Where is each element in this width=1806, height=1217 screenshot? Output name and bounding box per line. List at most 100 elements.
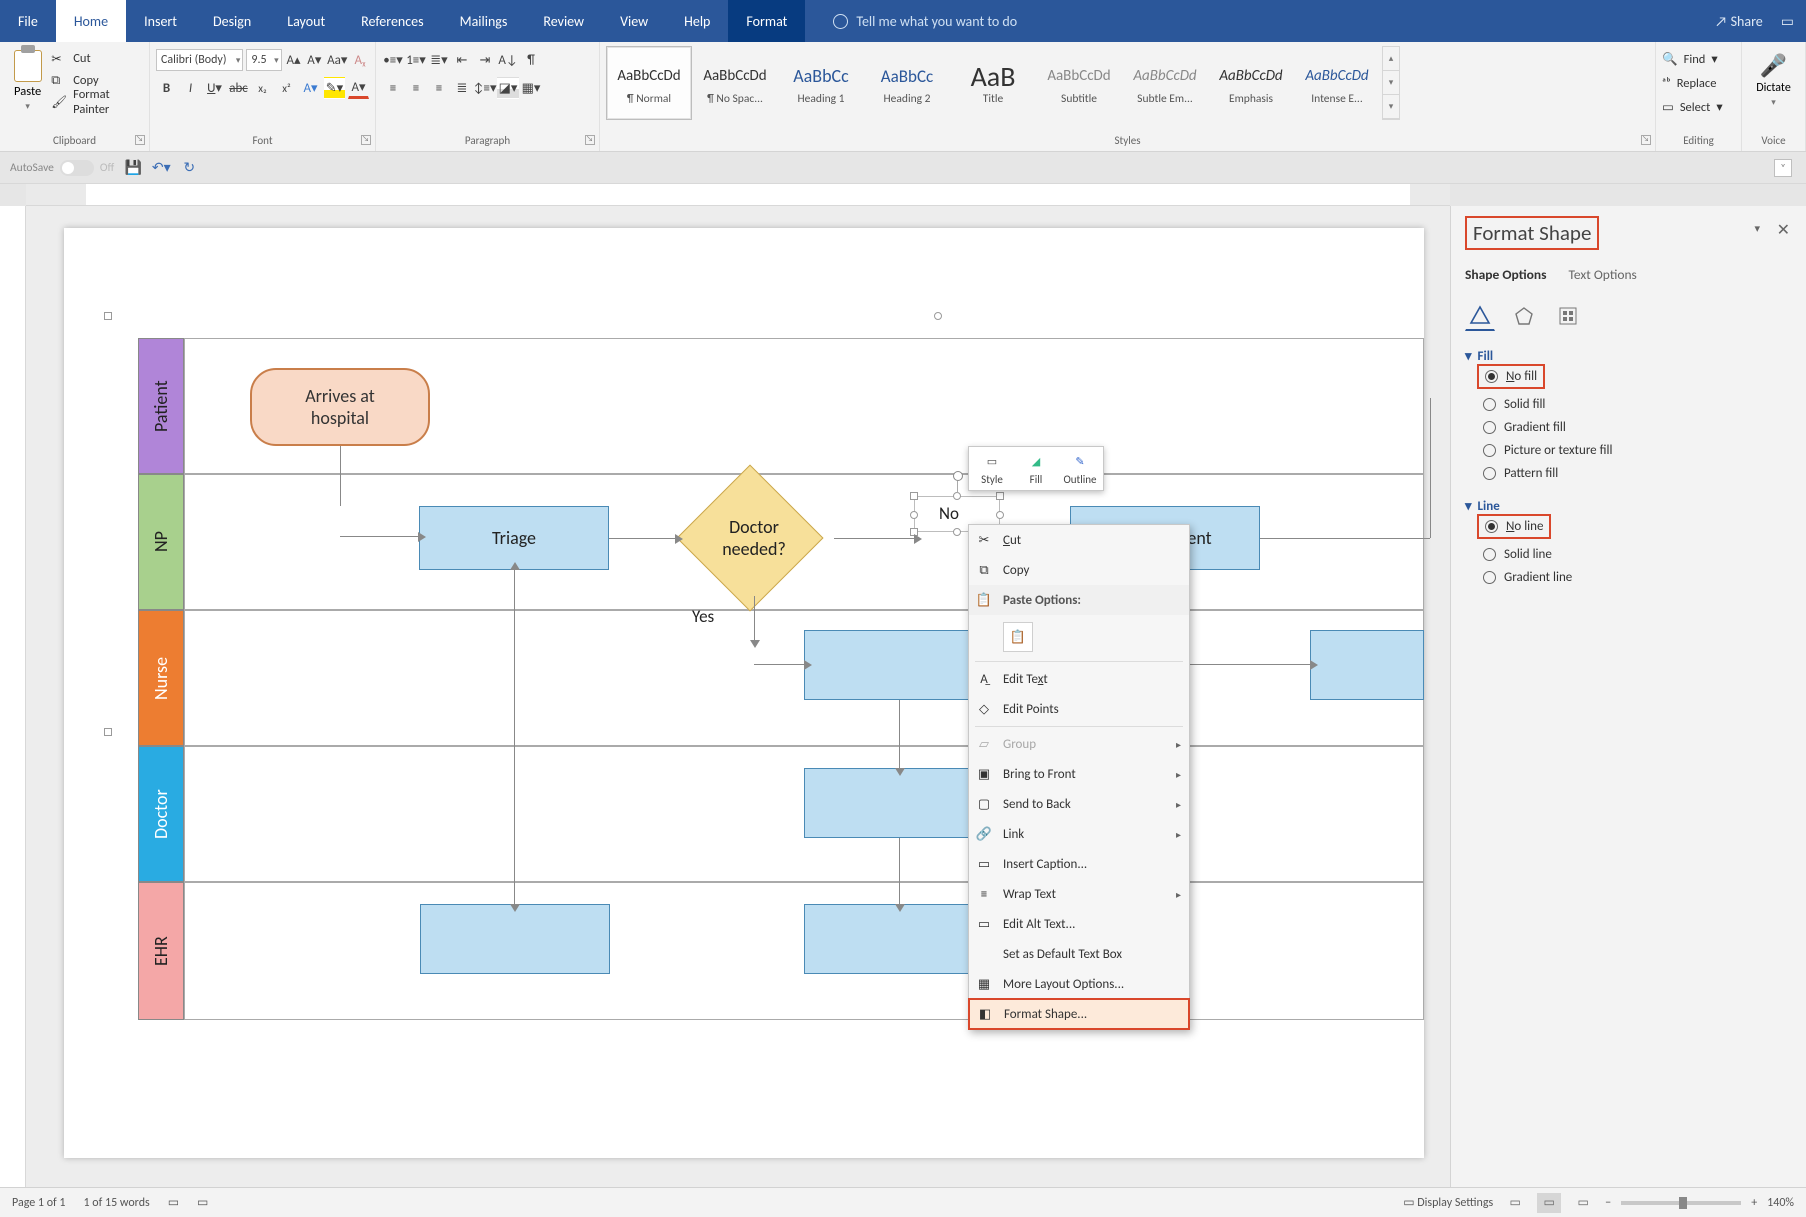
show-marks-button[interactable]: ¶ <box>520 49 542 71</box>
undo-button[interactable]: ↶▾ <box>152 159 170 177</box>
styles-expand[interactable]: ▴▾▾ <box>1382 46 1400 120</box>
bullets-button[interactable]: •≡▾ <box>382 49 404 71</box>
dictate-button[interactable]: 🎤 Dictate ▾ <box>1756 52 1791 108</box>
ctx-edit-alt-text[interactable]: ▭Edit Alt Text... <box>969 909 1189 939</box>
selection-handle[interactable] <box>104 728 112 736</box>
font-name-combo[interactable]: Calibri (Body)▾ <box>156 49 243 71</box>
redo-button[interactable]: ↻ <box>180 159 198 177</box>
shading-button[interactable]: ◪▾ <box>497 77 519 99</box>
radio-pattern-fill[interactable]: Pattern fill <box>1483 466 1792 481</box>
clipboard-dialog-launcher[interactable] <box>135 135 145 145</box>
subscript-button[interactable]: x₂ <box>252 77 273 99</box>
connector[interactable] <box>609 538 675 539</box>
increase-indent-button[interactable]: ⇥ <box>474 49 496 71</box>
superscript-button[interactable]: x² <box>276 77 297 99</box>
tell-me-search[interactable]: Tell me what you want to do <box>833 13 1017 30</box>
horizontal-ruler[interactable] <box>26 184 1450 206</box>
ctx-more-layout[interactable]: ▦More Layout Options... <box>969 969 1189 999</box>
align-left-button[interactable]: ≡ <box>382 77 404 99</box>
collapse-ribbon-button[interactable]: ˅ <box>1774 159 1792 177</box>
align-right-button[interactable]: ≡ <box>428 77 450 99</box>
rotate-handle[interactable] <box>953 471 963 481</box>
share-button[interactable]: ↗ Share <box>1715 13 1763 30</box>
connector[interactable] <box>834 538 914 539</box>
page-canvas[interactable]: Patient NP Nurse Doctor EHR Arrives atho… <box>64 228 1424 1158</box>
vertical-ruler[interactable] <box>0 206 26 1187</box>
radio-gradient-line[interactable]: Gradient line <box>1483 570 1792 585</box>
pane-tab-shape-options[interactable]: Shape Options <box>1465 266 1547 287</box>
ctx-bring-to-front[interactable]: ▣Bring to Front▸ <box>969 759 1189 789</box>
ctx-edit-text[interactable]: A̲Edit Text <box>969 664 1189 694</box>
lane-label-doctor[interactable]: Doctor <box>138 746 184 882</box>
display-settings-button[interactable]: ▭ Display Settings <box>1403 1195 1493 1210</box>
decrease-indent-button[interactable]: ⇤ <box>451 49 473 71</box>
clear-formatting-button[interactable]: Aᵪ <box>351 49 369 71</box>
mini-style-button[interactable]: ▭Style <box>973 451 1011 486</box>
pane-icon-fill-line[interactable] <box>1465 301 1495 331</box>
ctx-format-shape[interactable]: ◧Format Shape... <box>969 999 1189 1029</box>
ctx-edit-points[interactable]: ◇Edit Points <box>969 694 1189 724</box>
connector[interactable] <box>1190 664 1310 665</box>
tab-mailings[interactable]: Mailings <box>442 0 526 42</box>
change-case-button[interactable]: Aa▾ <box>326 49 348 71</box>
text-effects-button[interactable]: A▾ <box>300 77 321 99</box>
styles-gallery[interactable]: AaBbCcDd¶ Normal AaBbCcDd¶ No Spac... Aa… <box>606 46 1649 120</box>
tab-layout[interactable]: Layout <box>269 0 343 42</box>
style-title[interactable]: AaBTitle <box>950 46 1036 120</box>
zoom-level[interactable]: 140% <box>1767 1196 1794 1210</box>
paste-button[interactable]: Paste ▾ <box>6 46 49 120</box>
paragraph-dialog-launcher[interactable] <box>585 135 595 145</box>
view-web-layout[interactable]: ▭ <box>1571 1193 1595 1213</box>
tab-design[interactable]: Design <box>195 0 269 42</box>
section-line-toggle[interactable]: ▾Line <box>1465 499 1792 514</box>
tab-file[interactable]: File <box>0 0 56 42</box>
lane-label-ehr[interactable]: EHR <box>138 882 184 1020</box>
ctx-wrap-text[interactable]: ≡Wrap Text▸ <box>969 879 1189 909</box>
sort-button[interactable]: A↓ <box>497 49 519 71</box>
connector[interactable] <box>1260 538 1430 539</box>
grow-font-button[interactable]: A▴ <box>285 49 303 71</box>
lane-label-patient[interactable]: Patient <box>138 338 184 474</box>
comments-icon[interactable]: ▭ <box>1781 13 1794 30</box>
cut-button[interactable]: ✂Cut <box>51 48 143 68</box>
save-button[interactable]: 💾 <box>124 159 142 177</box>
tab-references[interactable]: References <box>343 0 441 42</box>
highlight-button[interactable]: ✎▾ <box>324 77 345 99</box>
underline-button[interactable]: U▾ <box>204 77 225 99</box>
tab-help[interactable]: Help <box>666 0 728 42</box>
radio-picture-fill[interactable]: Picture or texture fill <box>1483 443 1792 458</box>
radio-gradient-fill[interactable]: Gradient fill <box>1483 420 1792 435</box>
tab-format[interactable]: Format <box>728 0 805 42</box>
lane-label-nurse[interactable]: Nurse <box>138 610 184 746</box>
style-subtle-emphasis[interactable]: AaBbCcDdSubtle Em... <box>1122 46 1208 120</box>
style-intense-emphasis[interactable]: AaBbCcDdIntense E... <box>1294 46 1380 120</box>
pane-options-dropdown[interactable]: ▾ <box>1754 222 1760 235</box>
connector[interactable] <box>514 570 515 904</box>
zoom-in-button[interactable]: + <box>1751 1196 1757 1210</box>
shape-nurse-process-2[interactable] <box>1310 630 1424 700</box>
bold-button[interactable]: B <box>156 77 177 99</box>
mini-fill-button[interactable]: ◢Fill <box>1017 451 1055 486</box>
radio-solid-fill[interactable]: Solid fill <box>1483 397 1792 412</box>
selection-handle[interactable] <box>934 312 942 320</box>
font-color-button[interactable]: A▾ <box>348 77 369 99</box>
autosave-toggle[interactable]: AutoSave Off <box>10 160 114 176</box>
format-painter-button[interactable]: 🖌Format Painter <box>51 92 143 112</box>
find-button[interactable]: 🔍Find ▾ <box>1662 48 1735 70</box>
zoom-out-button[interactable]: − <box>1605 1196 1611 1210</box>
tab-home[interactable]: Home <box>56 0 126 42</box>
style-emphasis[interactable]: AaBbCcDdEmphasis <box>1208 46 1294 120</box>
connector[interactable] <box>340 446 341 506</box>
radio-no-fill[interactable]: No fill <box>1485 369 1537 384</box>
status-words[interactable]: 1 of 15 words <box>84 1196 150 1210</box>
connector[interactable] <box>899 700 900 768</box>
pane-icon-effects[interactable] <box>1509 301 1539 331</box>
ctx-send-to-back[interactable]: ▢Send to Back▸ <box>969 789 1189 819</box>
document-area[interactable]: Patient NP Nurse Doctor EHR Arrives atho… <box>26 206 1450 1187</box>
multilevel-button[interactable]: ≣▾ <box>428 49 450 71</box>
strikethrough-button[interactable]: abc <box>228 77 249 99</box>
styles-dialog-launcher[interactable] <box>1641 135 1651 145</box>
shape-ehr-process-2[interactable] <box>804 904 994 974</box>
mini-outline-button[interactable]: ✎Outline <box>1061 451 1099 486</box>
pane-tab-text-options[interactable]: Text Options <box>1569 266 1637 287</box>
